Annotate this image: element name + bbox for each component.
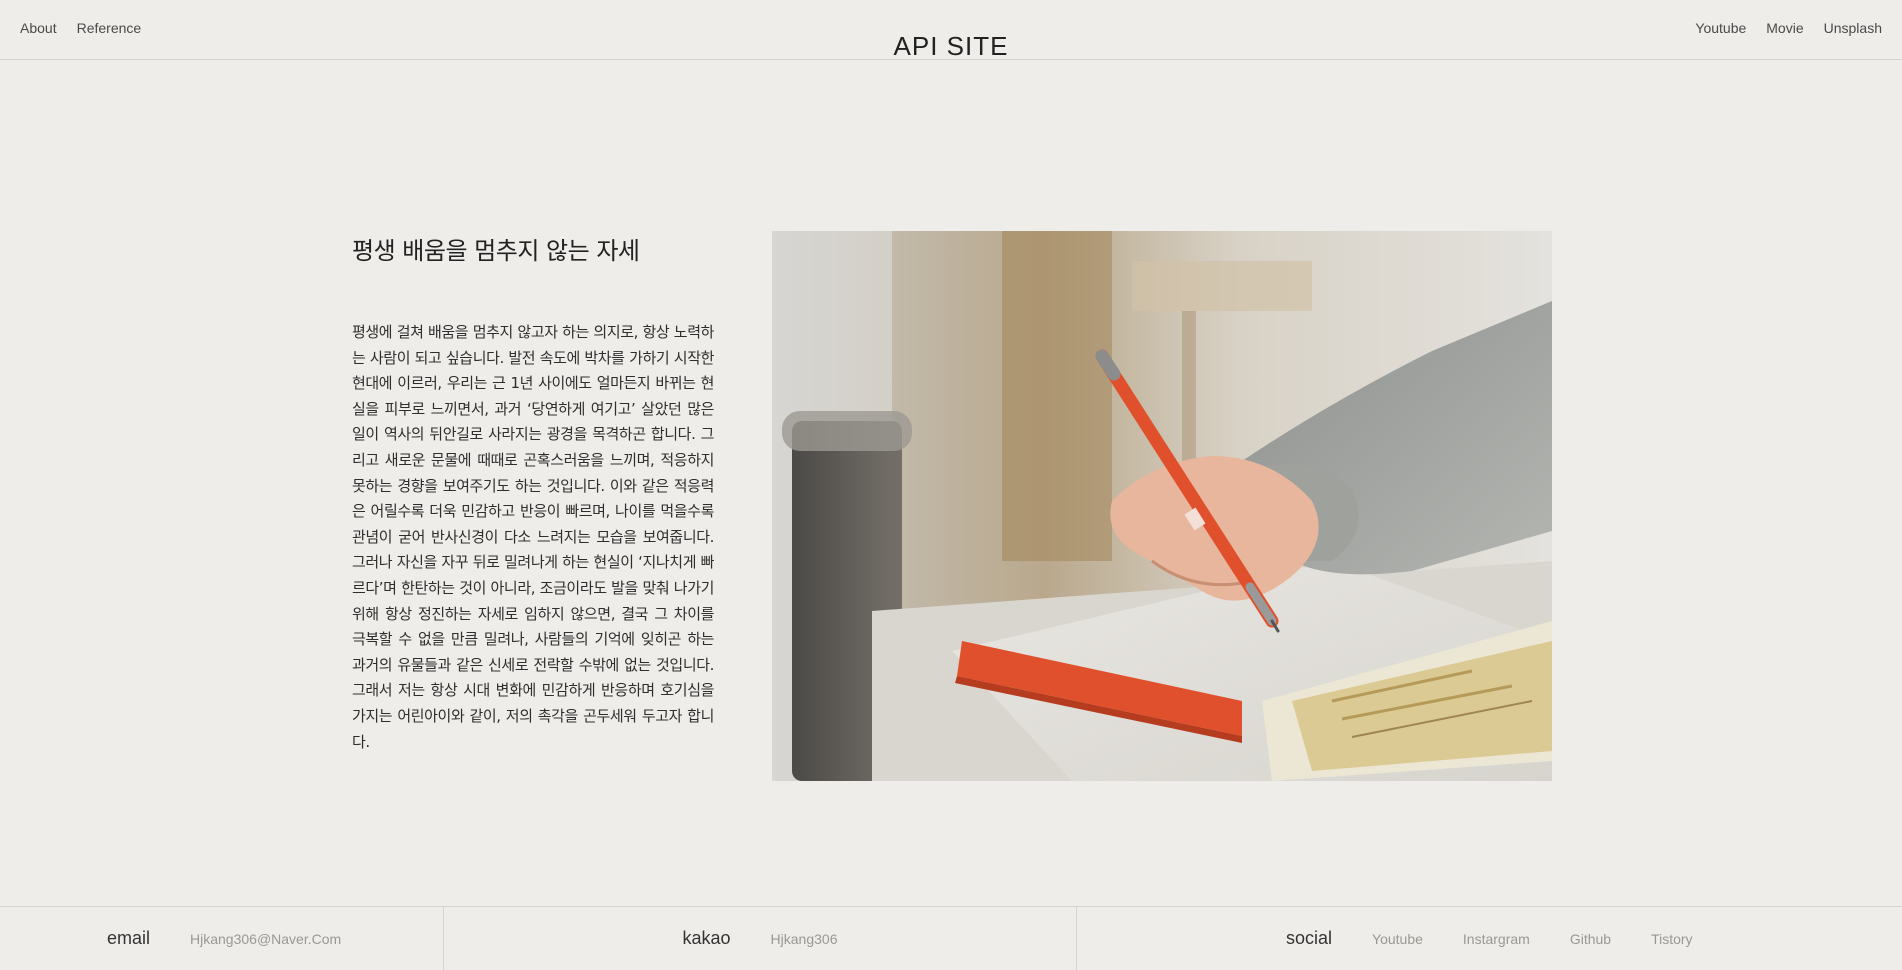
- social-link-instagram[interactable]: Instargram: [1463, 931, 1530, 947]
- article-body: 평생에 걸쳐 배움을 멈추지 않고자 하는 의지로, 항상 노력하는 사람이 되…: [352, 323, 714, 751]
- social-link-youtube[interactable]: Youtube: [1372, 931, 1423, 947]
- nav-link-youtube[interactable]: Youtube: [1695, 20, 1746, 36]
- site-title[interactable]: API SITE: [0, 17, 1902, 73]
- footer-social: social Youtube Instargram Github Tistory: [1077, 907, 1902, 970]
- footer-kakao-value[interactable]: Hjkang306: [771, 931, 838, 947]
- nav-link-unsplash[interactable]: Unsplash: [1824, 20, 1882, 36]
- footer-kakao-label: kakao: [682, 928, 731, 948]
- nav-link-movie[interactable]: Movie: [1766, 20, 1803, 36]
- site-footer: email Hjkang306@Naver.Com kakao Hjkang30…: [0, 906, 1902, 970]
- photo-illustration: [772, 231, 1552, 781]
- article-title: 평생 배움을 멈추지 않는 자세: [352, 237, 640, 265]
- footer-email: email Hjkang306@Naver.Com: [0, 907, 444, 970]
- hero-photo-writing-hand: [772, 231, 1552, 781]
- footer-email-label: email: [107, 928, 151, 948]
- footer-kakao: kakao Hjkang306: [444, 907, 1077, 970]
- footer-email-value[interactable]: Hjkang306@Naver.Com: [190, 931, 341, 947]
- social-link-github[interactable]: Github: [1570, 931, 1611, 947]
- right-nav: Youtube Movie Unsplash: [1695, 0, 1882, 56]
- footer-social-label: social: [1286, 928, 1333, 948]
- site-header: About Reference API SITE Youtube Movie U…: [0, 0, 1902, 61]
- social-link-tistory[interactable]: Tistory: [1651, 931, 1692, 947]
